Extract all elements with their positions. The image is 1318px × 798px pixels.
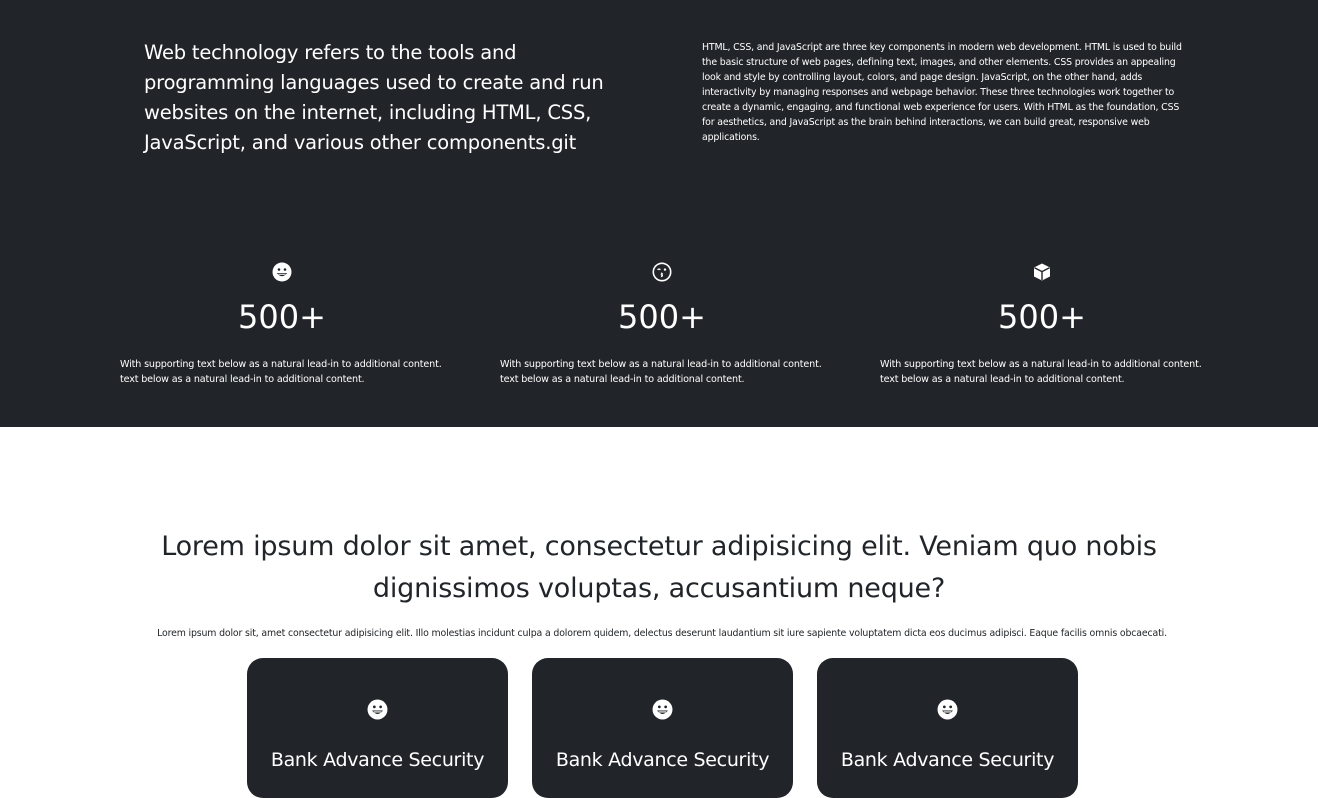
- stat-text: With supporting text below as a natural …: [500, 359, 822, 385]
- stat-text: With supporting text below as a natural …: [880, 359, 1202, 385]
- box-icon: [1034, 263, 1050, 281]
- intro-paragraph: HTML, CSS, and JavaScript are three key …: [702, 42, 1182, 143]
- section-subtitle: Lorem ipsum dolor sit, amet consectetur …: [157, 628, 1167, 639]
- card-title: Bank Advance Security: [270, 749, 485, 771]
- grin-icon: [652, 699, 673, 720]
- grin-icon: [272, 262, 292, 282]
- grin-icon: [937, 699, 958, 720]
- stats-section: Web technology refers to the tools and p…: [0, 0, 1318, 427]
- feature-card[interactable]: Bank Advance Security: [817, 658, 1078, 798]
- stat-value: 500+: [618, 298, 706, 336]
- section-title: Lorem ipsum dolor sit amet, consectetur …: [161, 531, 1157, 604]
- grin-icon: [367, 699, 388, 720]
- stat-value: 500+: [238, 298, 326, 336]
- feature-card[interactable]: Bank Advance Security: [532, 658, 793, 798]
- feature-card[interactable]: Bank Advance Security: [247, 658, 508, 798]
- card-title: Bank Advance Security: [840, 749, 1055, 771]
- card-title: Bank Advance Security: [555, 749, 770, 771]
- stat-value: 500+: [998, 298, 1086, 336]
- intro-heading: Web technology refers to the tools and p…: [144, 41, 604, 154]
- kiss-icon: [652, 262, 672, 282]
- stat-text: With supporting text below as a natural …: [120, 359, 442, 385]
